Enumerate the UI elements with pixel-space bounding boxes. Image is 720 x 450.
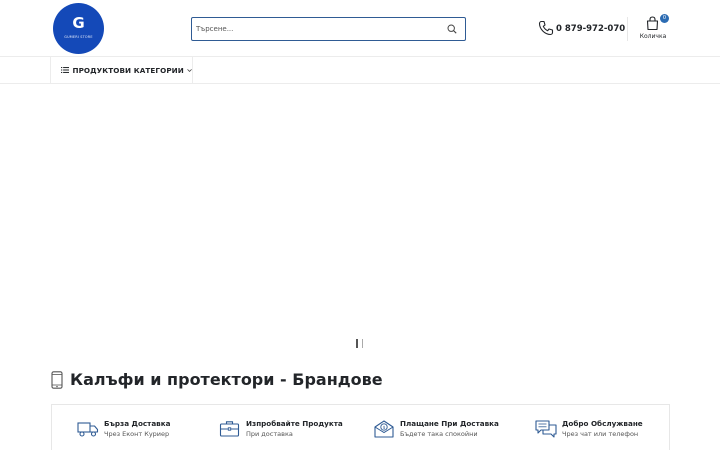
cart-count-badge: 0 (660, 14, 669, 23)
search-input[interactable] (196, 21, 436, 37)
slider-dot-active[interactable] (356, 339, 358, 348)
info-title: Плащане При Доставка (400, 419, 499, 428)
delivery-truck-icon (77, 422, 99, 437)
info-subtitle: Бъдете така спокойни (400, 430, 478, 438)
search-box (191, 17, 466, 41)
mobile-phone-icon (51, 370, 63, 389)
site-header: G GUMERI STORE 0 879-972-070 0 Количка (0, 0, 720, 57)
info-title: Бърза Доставка (104, 419, 171, 428)
store-logo[interactable]: G GUMERI STORE (53, 3, 104, 54)
info-title: Добро Обслужване (562, 419, 643, 428)
header-divider (627, 17, 628, 41)
section-heading: Калъфи и протектори - Брандове (51, 370, 383, 389)
logo-text: GUMERI STORE (64, 35, 93, 39)
logo-letter: G (72, 14, 85, 32)
categories-label: ПРОДУКТОВИ КАТЕГОРИИ (72, 65, 184, 75)
svg-text:$: $ (383, 425, 386, 431)
product-categories-menu[interactable]: ПРОДУКТОВИ КАТЕГОРИИ (50, 57, 193, 83)
money-envelope-icon: $ (374, 420, 394, 438)
chat-bubbles-icon (535, 420, 557, 438)
briefcase-icon (219, 421, 240, 437)
search-icon (447, 24, 457, 34)
chevron-down-icon (187, 68, 192, 72)
info-subtitle: При доставка (246, 430, 293, 438)
search-button[interactable] (445, 22, 459, 36)
services-info-box: Бърза Доставка Чрез Еконт Куриер Изпробв… (51, 404, 670, 450)
phone-icon (538, 20, 554, 36)
info-subtitle: Чрез Еконт Куриер (104, 430, 170, 438)
info-title: Изпробвайте Продукта (246, 419, 343, 428)
section-title: Калъфи и протектори - Брандове (70, 370, 383, 389)
slider-dot[interactable] (362, 339, 363, 348)
phone-number[interactable]: 0 879-972-070 (556, 24, 625, 34)
hero-slider (0, 84, 720, 354)
cart-label: Количка (639, 33, 667, 40)
info-subtitle: Чрез чат или телефон (562, 430, 639, 438)
shopping-bag-icon (646, 16, 659, 31)
main-navigation: ПРОДУКТОВИ КАТЕГОРИИ (0, 57, 720, 84)
list-menu-icon (61, 67, 70, 73)
cart-button[interactable]: 0 Количка (636, 13, 670, 43)
